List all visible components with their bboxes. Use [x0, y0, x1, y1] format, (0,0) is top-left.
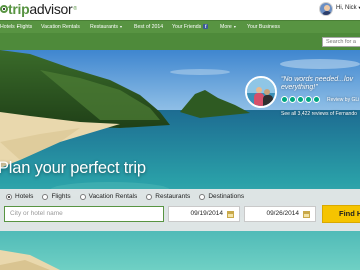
review-quote-line: “No words needed...lov: [281, 76, 353, 83]
check-out-date-value: 09/26/2014: [266, 210, 299, 217]
radio-label: Restaurants: [155, 193, 191, 200]
check-out-date-field[interactable]: 09/26/2014: [244, 206, 316, 222]
rating-bubble-icon: [289, 96, 296, 103]
nav-item-label: Your Friends: [172, 24, 202, 30]
user-greeting-label: Hi, Nick: [336, 5, 357, 11]
nav-item-label: Best of 2014: [134, 24, 164, 30]
find-hotels-button[interactable]: Find H: [322, 205, 360, 223]
user-avatar[interactable]: [319, 2, 333, 16]
main-nav: Hotels ▾ Flights Vacation Rentals Restaur…: [0, 20, 360, 33]
radio-destinations[interactable]: Destinations: [199, 193, 244, 200]
chevron-down-icon: ▾: [119, 24, 122, 29]
nav-item-flights[interactable]: Flights: [17, 21, 32, 33]
review-author[interactable]: Review by GLi: [327, 97, 359, 103]
review-quote: “No words needed...lov everything!”: [281, 76, 360, 92]
rating-bubble-icon: [305, 96, 312, 103]
nav-item-your-friends[interactable]: Your Friends f: [172, 21, 209, 33]
radio-unselected-icon: [79, 193, 86, 200]
radio-label: Destinations: [208, 193, 245, 200]
nav-item-label: Hotels: [0, 24, 15, 30]
rating-bubble-icon: [313, 96, 320, 103]
radio-restaurants[interactable]: Restaurants: [146, 193, 190, 200]
nav-item-more[interactable]: More ▾: [220, 21, 236, 33]
reviewer-photo[interactable]: [245, 76, 277, 108]
site-search-input[interactable]: [322, 37, 360, 47]
trademark-mark: ®: [73, 6, 78, 12]
nav-item-label: Vacation Rentals: [41, 24, 80, 30]
review-quote-line: everything!”: [281, 84, 318, 91]
nav-item-your-business[interactable]: Your Business: [247, 21, 280, 33]
nav-item-hotels[interactable]: Hotels ▾: [0, 21, 19, 33]
rating-bubble-icon: [281, 96, 288, 103]
check-in-date-field[interactable]: 09/19/2014: [168, 206, 240, 222]
calendar-icon[interactable]: [227, 211, 234, 218]
nav-item-label: Your Business: [247, 24, 280, 30]
see-all-reviews-link[interactable]: See all 3,422 reviews of Fernando: [281, 111, 357, 117]
calendar-icon[interactable]: [303, 211, 310, 218]
nav-item-label: Restaurants: [90, 24, 118, 30]
facebook-icon: f: [203, 24, 209, 30]
site-header: tripadvisor ® Hi, Nick▼: [0, 0, 360, 20]
chevron-down-icon: ▾: [233, 24, 236, 29]
rating-bubble-icon: [297, 96, 304, 103]
nav-item-label: Flights: [17, 24, 33, 30]
radio-hotels[interactable]: Hotels: [6, 193, 33, 200]
radio-selected-icon: [6, 193, 12, 200]
radio-label: Flights: [51, 193, 71, 200]
radio-label: Vacation Rentals: [88, 193, 138, 200]
owl-eye-icon: [0, 2, 8, 16]
nav-item-label: More: [220, 24, 232, 30]
nav-item-vacation-rentals[interactable]: Vacation Rentals: [41, 21, 80, 33]
destination-input[interactable]: City or hotel name: [4, 206, 164, 222]
nav-item-restaurants[interactable]: Restaurants ▾: [90, 21, 122, 33]
user-menu[interactable]: Hi, Nick▼: [336, 5, 360, 11]
radio-unselected-icon: [42, 193, 49, 200]
check-in-date-value: 09/19/2014: [190, 210, 223, 217]
radio-unselected-icon: [199, 193, 206, 200]
tripadvisor-logo[interactable]: tripadvisor ®: [0, 2, 77, 16]
rating-bubbles: [281, 96, 320, 103]
radio-flights[interactable]: Flights: [42, 193, 71, 200]
logo-text: tripadvisor: [8, 1, 73, 17]
secondary-bar: [0, 33, 360, 50]
hero-headline: Plan your perfect trip: [0, 159, 146, 177]
search-type-selector: Hotels Flights Vacation Rentals Restaura…: [6, 193, 253, 200]
radio-unselected-icon: [146, 193, 153, 200]
radio-label: Hotels: [15, 193, 34, 200]
nav-item-best-of-2014[interactable]: Best of 2014: [134, 21, 163, 33]
radio-vacation-rentals[interactable]: Vacation Rentals: [79, 193, 138, 200]
